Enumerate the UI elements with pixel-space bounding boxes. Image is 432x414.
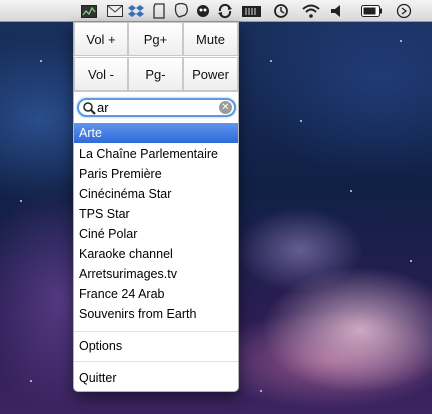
channel-item[interactable]: France 24 Arab xyxy=(74,284,238,304)
channel-item[interactable]: Ciné Polar xyxy=(74,224,238,244)
chat-bubble-icon[interactable] xyxy=(172,3,190,19)
star xyxy=(400,40,402,42)
search-icon xyxy=(82,101,96,115)
star xyxy=(30,380,32,382)
activity-monitor-icon[interactable] xyxy=(80,3,98,19)
page-up-button[interactable]: Pg+ xyxy=(128,22,183,56)
time-machine-icon[interactable] xyxy=(272,3,290,19)
wifi-icon[interactable] xyxy=(302,3,320,19)
volume-icon[interactable] xyxy=(328,3,346,19)
star xyxy=(260,390,262,392)
clear-search-icon[interactable]: ✕ xyxy=(219,101,232,114)
battery-icon[interactable] xyxy=(360,3,384,19)
search-field[interactable]: ar ✕ xyxy=(77,98,236,117)
channel-item[interactable]: Karaoke channel xyxy=(74,244,238,264)
channel-item[interactable]: Cinécinéma Star xyxy=(74,184,238,204)
volume-down-button[interactable]: Vol - xyxy=(74,57,128,91)
remote-button-grid: Vol + Pg+ Mute Vol - Pg- Power xyxy=(74,22,238,92)
mail-icon[interactable] xyxy=(106,3,124,19)
battery-indicator-icon[interactable] xyxy=(241,3,263,19)
quit-menu-item[interactable]: Quitter xyxy=(74,368,238,388)
sync-icon[interactable] xyxy=(216,3,234,19)
star xyxy=(270,60,272,62)
star xyxy=(20,200,22,202)
tv-remote-icon[interactable] xyxy=(194,3,212,19)
menu-separator xyxy=(74,361,238,362)
clock-icon[interactable] xyxy=(395,3,413,19)
dropbox-icon[interactable] xyxy=(127,3,145,19)
page-down-button[interactable]: Pg- xyxy=(128,57,183,91)
search-input[interactable]: ar xyxy=(97,100,109,115)
power-button[interactable]: Power xyxy=(183,57,238,91)
remote-dropdown-menu: Vol + Pg+ Mute Vol - Pg- Power ar ✕ Arte… xyxy=(73,22,239,392)
star xyxy=(410,260,412,262)
options-menu-item[interactable]: Options xyxy=(74,336,238,356)
channel-item[interactable]: Arretsurimages.tv xyxy=(74,264,238,284)
menu-bar xyxy=(0,0,432,22)
channel-item[interactable]: TPS Star xyxy=(74,204,238,224)
menu-separator xyxy=(74,331,238,332)
star xyxy=(350,190,352,192)
channel-item[interactable]: La Chaîne Parlementaire xyxy=(74,144,238,164)
star xyxy=(40,60,42,62)
channel-item[interactable]: Souvenirs from Earth xyxy=(74,304,238,324)
channel-item[interactable]: Paris Première xyxy=(74,164,238,184)
evernote-icon[interactable] xyxy=(150,3,168,19)
mute-button[interactable]: Mute xyxy=(183,22,238,56)
volume-up-button[interactable]: Vol + xyxy=(74,22,128,56)
channel-item[interactable]: Arte xyxy=(74,123,238,143)
star xyxy=(300,120,302,122)
